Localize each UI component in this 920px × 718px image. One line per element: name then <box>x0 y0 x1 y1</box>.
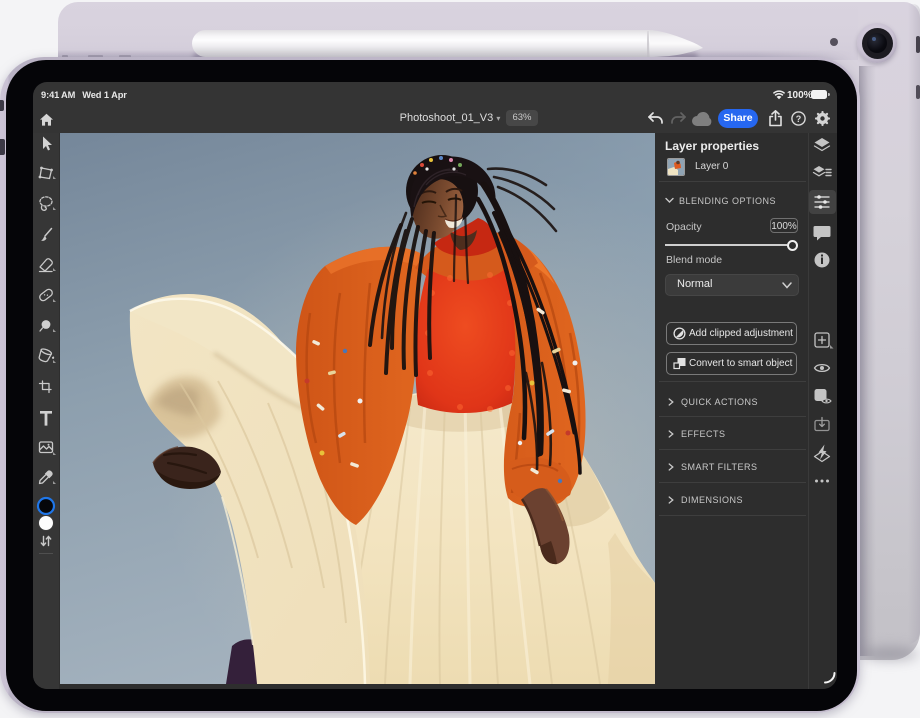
svg-text:?: ? <box>796 114 802 124</box>
